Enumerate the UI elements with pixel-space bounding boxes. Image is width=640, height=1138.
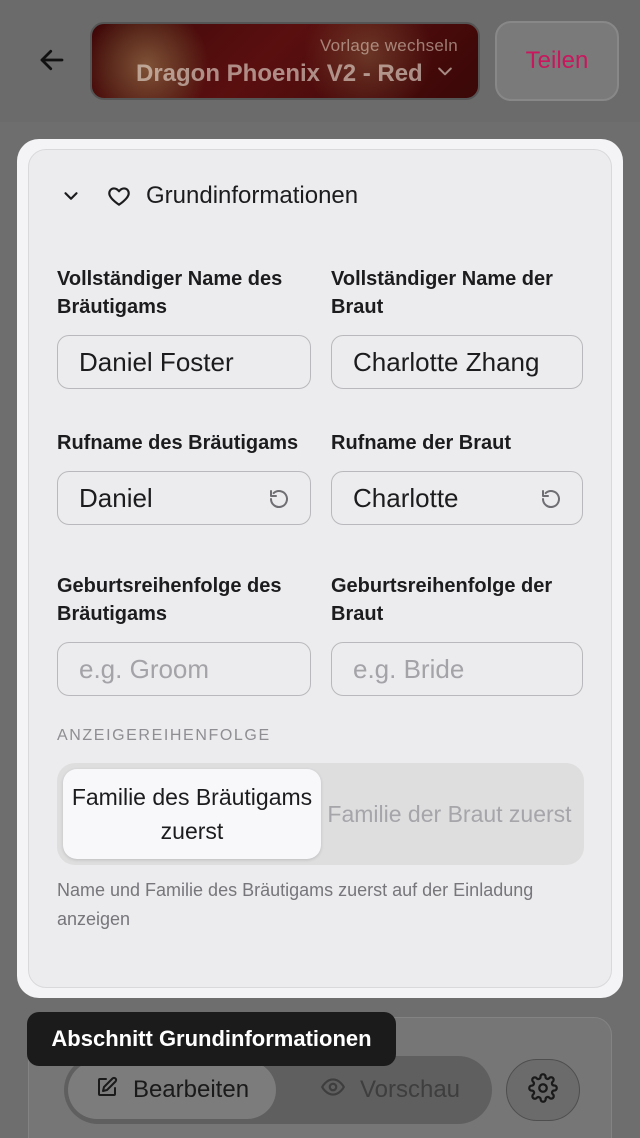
- template-switch-hint: Vorlage wechseln: [319, 36, 458, 55]
- chevron-down-icon: [435, 60, 455, 88]
- section-title: Grundinformationen: [146, 182, 359, 209]
- groom-birth-order-placeholder: e.g. Groom: [79, 653, 210, 684]
- section-tooltip: Abschnitt Grundinformationen: [27, 1012, 396, 1066]
- back-button[interactable]: [28, 38, 76, 86]
- groom-nickname-value: Daniel: [79, 482, 153, 513]
- bride-birth-order-placeholder: e.g. Bride: [353, 653, 465, 684]
- bride-birth-order-label: Geburtsreihenfolge der Braut: [331, 575, 553, 625]
- tab-preview-label: Vorschau: [359, 1076, 461, 1103]
- template-name: Dragon Phoenix V2 - Red: [136, 60, 455, 88]
- reset-icon[interactable]: [538, 486, 564, 512]
- bride-full-name-value: Charlotte Zhang: [353, 346, 540, 377]
- bride-full-name-label: Vollständiger Name der Braut: [331, 268, 553, 318]
- bride-full-name-input[interactable]: Charlotte Zhang: [331, 335, 583, 389]
- settings-button[interactable]: [506, 1059, 580, 1121]
- groom-birth-order-input[interactable]: e.g. Groom: [57, 642, 311, 696]
- reset-icon[interactable]: [266, 486, 292, 512]
- segment-groom-first[interactable]: Familie des Bräutigams zuerst: [63, 769, 321, 859]
- groom-nickname-label: Rufname des Bräutigams: [57, 432, 299, 454]
- groom-full-name-input[interactable]: Daniel Foster: [57, 335, 311, 389]
- bride-nickname-label: Rufname der Braut: [331, 432, 512, 454]
- display-order-hint: Name und Familie des Bräutigams zuerst a…: [57, 880, 534, 929]
- display-order-segmented-control: Familie des Bräutigams zuerst Familie de…: [57, 763, 584, 865]
- groom-full-name-value: Daniel Foster: [79, 346, 234, 377]
- groom-full-name-label: Vollständiger Name des Bräutigams: [57, 268, 283, 318]
- edit-icon: [95, 1075, 119, 1106]
- groom-nickname-input[interactable]: Daniel: [57, 471, 311, 525]
- eye-icon: [320, 1074, 346, 1107]
- heart-icon: [106, 183, 134, 209]
- template-switcher[interactable]: Vorlage wechseln Dragon Phoenix V2 - Red: [90, 22, 480, 100]
- tab-edit[interactable]: Bearbeiten: [68, 1061, 276, 1119]
- bride-birth-order-input[interactable]: e.g. Bride: [331, 642, 583, 696]
- tab-edit-label: Bearbeiten: [132, 1076, 250, 1103]
- bride-nickname-value: Charlotte: [353, 482, 459, 513]
- groom-birth-order-label: Geburtsreihenfolge des Bräutigams: [57, 575, 282, 625]
- share-button[interactable]: Teilen: [495, 21, 619, 101]
- chevron-down-icon[interactable]: [60, 185, 86, 207]
- tab-preview[interactable]: Vorschau: [300, 1061, 480, 1119]
- display-order-label: ANZEIGEREIHENFOLGE: [57, 727, 271, 744]
- gear-icon: [528, 1072, 558, 1108]
- arrow-left-icon: [37, 45, 67, 80]
- segment-bride-first[interactable]: Familie der Braut zuerst: [321, 769, 578, 859]
- section-header[interactable]: Grundinformationen: [60, 176, 358, 216]
- template-name-label: Dragon Phoenix V2 - Red: [136, 60, 423, 87]
- bride-nickname-input[interactable]: Charlotte: [331, 471, 583, 525]
